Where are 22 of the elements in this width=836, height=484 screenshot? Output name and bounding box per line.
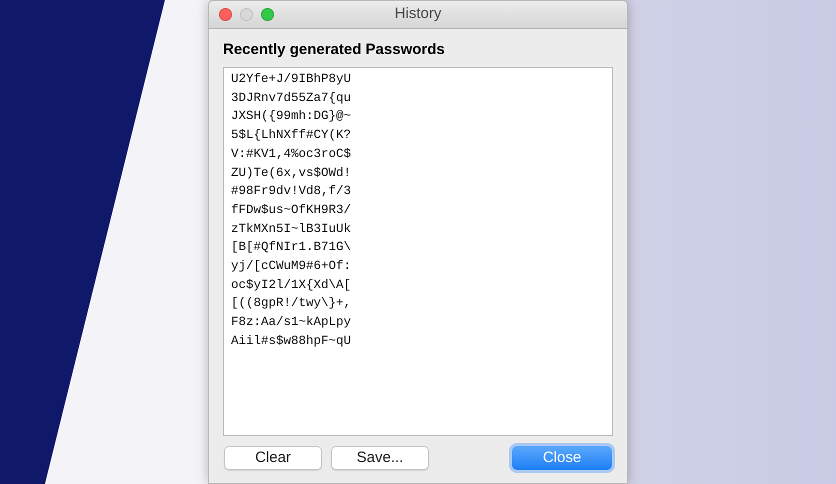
password-entry: U2Yfe+J/9IBhP8yU	[231, 71, 352, 88]
password-entry: ZU)Te(6x,vs$OWd!	[231, 164, 352, 182]
action-button[interactable]: Save...	[331, 446, 429, 470]
password-entry: oc$yI2l/1X{Xd\A[	[231, 276, 352, 294]
password-entry: [B[#QfNIr1.B71G\	[231, 239, 352, 256]
password-entry: Aiil#s$w88hpF~qU	[231, 332, 352, 350]
password-entry: [((8gpR!/twy\}+,	[231, 295, 352, 312]
password-entry: zTkMXn5I~lB3IuUk	[231, 220, 352, 238]
password-entry: F8z:Aa/s1~kApLpy	[231, 314, 352, 332]
close-window-button[interactable]	[219, 8, 232, 21]
password-entry: fFDw$us~OfKH9R3/	[231, 202, 352, 219]
action-button[interactable]: Clear	[224, 446, 322, 470]
password-entry: 5$L{LhNXff#CY(K?	[231, 127, 352, 144]
window-title: History	[394, 4, 442, 24]
zoom-button[interactable]	[261, 8, 274, 21]
section-heading: Recently generated Passwords	[223, 40, 446, 60]
password-entry: 3DJRnv7d55Za7{qu	[231, 90, 352, 107]
password-entry: #98Fr9dv!Vd8,f/3	[231, 183, 352, 200]
password-entry: V:#KV1,4%oc3roC$	[231, 146, 352, 163]
password-list[interactable]	[223, 67, 613, 436]
password-entry: JXSH({99mh:DG}@~	[231, 108, 352, 126]
password-entry: yj/[cCWuM9#6+Of:	[231, 258, 352, 276]
